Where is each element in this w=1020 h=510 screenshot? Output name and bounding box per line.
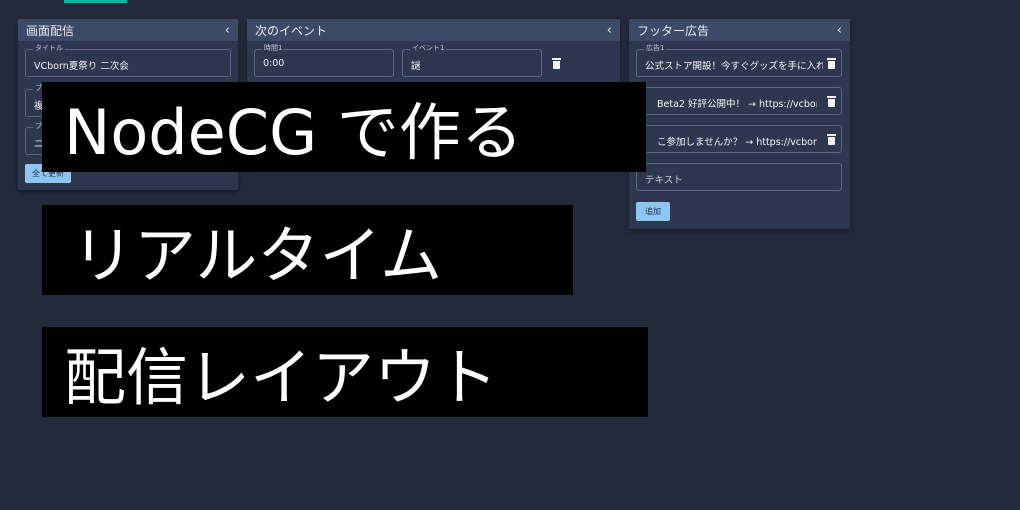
- add-ad-button[interactable]: 追加: [636, 202, 670, 221]
- title-field-value: VCborn夏祭り 二次会: [34, 61, 129, 72]
- broadcast-panel-title: 画面配信: [26, 23, 75, 38]
- title-field-label: タイトル: [33, 44, 65, 53]
- title-field[interactable]: タイトル VCborn夏祭り 二次会: [25, 44, 231, 77]
- active-tab-indicator: [64, 0, 127, 3]
- footer-ads-panel-header[interactable]: フッター広告 ‹: [629, 19, 850, 41]
- banner-line-3: 配信レイアウト: [42, 327, 648, 417]
- next-event-panel-title: 次のイベント: [255, 23, 328, 38]
- ad-field-3-value: こ参加しませんか？ → https://vcborn: [657, 137, 817, 148]
- trash-icon[interactable]: [827, 58, 836, 69]
- ad-field-2-value: Beta2 好評公開中！ → https://vcborn: [657, 99, 817, 110]
- chevron-left-icon[interactable]: ‹: [225, 23, 230, 38]
- event-time-value: 0:00: [263, 58, 285, 69]
- new-ad-input[interactable]: テキスト: [636, 163, 842, 191]
- ad-field-2[interactable]: Beta2 好評公開中！ → https://vcborn: [636, 87, 842, 115]
- new-ad-placeholder: テキスト: [645, 175, 683, 186]
- broadcast-panel-header[interactable]: 画面配信 ‹: [18, 19, 238, 41]
- event-time-label: 時間1: [262, 44, 285, 53]
- event-name-value: 謎: [411, 61, 421, 72]
- footer-ads-panel-title: フッター広告: [637, 23, 710, 38]
- trash-icon[interactable]: [827, 96, 836, 107]
- footer-ads-panel: フッター広告 ‹ 広告1 公式ストア開設！今すぐグッズを手に入れよう Beta2…: [629, 19, 850, 229]
- trash-icon[interactable]: [827, 134, 836, 145]
- next-event-panel-header[interactable]: 次のイベント ‹: [247, 19, 620, 41]
- trash-icon[interactable]: [552, 58, 561, 69]
- banner-line-2: リアルタイム: [42, 205, 573, 295]
- banner-line-1: NodeCG で作る: [42, 82, 646, 172]
- event-name-field[interactable]: イベント1 謎: [402, 44, 542, 77]
- ad-field-1-value: 公式ストア開設！今すぐグッズを手に入れよう: [645, 61, 823, 72]
- ad-field-1[interactable]: 広告1 公式ストア開設！今すぐグッズを手に入れよう: [636, 44, 842, 77]
- next-event-panel: 次のイベント ‹ 時間1 0:00 イベント1 謎: [247, 19, 620, 89]
- ad-field-1-label: 広告1: [644, 44, 667, 53]
- ad-field-3[interactable]: こ参加しませんか？ → https://vcborn: [636, 125, 842, 153]
- event-name-label: イベント1: [410, 44, 447, 53]
- chevron-left-icon[interactable]: ‹: [837, 23, 842, 38]
- chevron-left-icon[interactable]: ‹: [607, 23, 612, 38]
- event-time-field[interactable]: 時間1 0:00: [254, 44, 394, 77]
